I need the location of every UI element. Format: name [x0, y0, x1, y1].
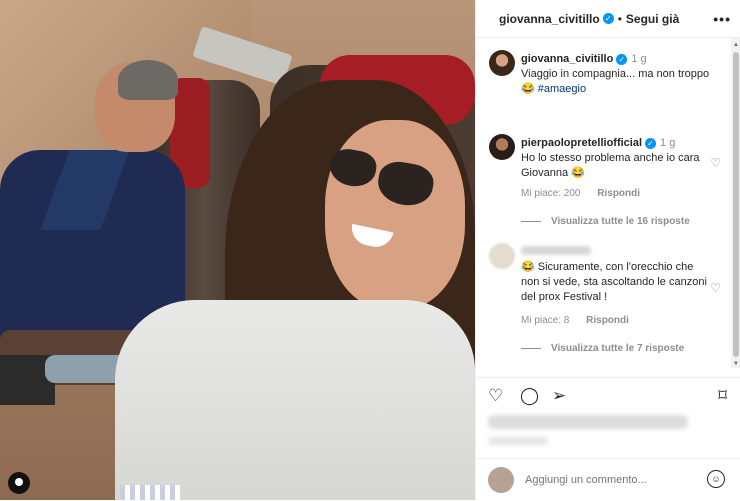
follow-button[interactable]: Segui già	[626, 12, 679, 26]
comment-input[interactable]	[523, 473, 677, 487]
more-icon[interactable]: •••	[713, 11, 731, 27]
verified-icon: ✓	[616, 53, 628, 65]
view-replies-link[interactable]: Visualizza tutte le 7 risposte	[521, 343, 684, 354]
reply-button[interactable]: Rispondi	[586, 315, 629, 326]
add-comment-bar: ☺	[476, 458, 740, 501]
comment-likes[interactable]: Mi piace: 200	[521, 188, 580, 199]
comment-likes[interactable]: Mi piace: 8	[521, 315, 569, 326]
tag-icon[interactable]	[8, 472, 30, 494]
comment-avatar[interactable]	[489, 134, 515, 160]
comments-list[interactable]: giovanna_civitillo ✓ 1 g Viaggio in compag…	[476, 38, 740, 368]
comment-text: Ho lo stesso problema anche io cara Giov…	[521, 152, 700, 179]
comment-text: 😂 Sicuramente, con l'orecchio che non si…	[521, 261, 707, 303]
caption-text: Viaggio in compagnia... ma non troppo	[521, 68, 710, 80]
share-icon[interactable]: ➢	[552, 386, 566, 406]
comment-meta: Mi piace: 200 Rispondi	[521, 188, 640, 199]
current-user-avatar	[488, 467, 514, 493]
caption-time: 1 g	[631, 53, 647, 65]
post-panel: giovanna_civitillo ✓ • Segui già ••• gio…	[475, 0, 740, 500]
comment-icon[interactable]: ◯	[520, 386, 539, 406]
comment-username[interactable]: pierpaolopretelliofficial	[521, 137, 642, 149]
reply-button[interactable]: Rispondi	[597, 188, 640, 199]
comment-username-blurred	[521, 246, 591, 255]
comment-meta: Mi piace: 8 Rispondi	[521, 315, 629, 326]
verified-icon: ✓	[602, 13, 614, 24]
caption-avatar[interactable]	[489, 50, 515, 76]
post-header: giovanna_civitillo ✓ • Segui già •••	[476, 0, 740, 38]
photo-sweater	[115, 300, 475, 500]
heart-icon[interactable]: ♡	[488, 386, 503, 406]
comment-item: pierpaolopretelliofficial ✓ 1 g Ho lo stes…	[489, 134, 721, 234]
emoji-icon[interactable]: ☺	[707, 470, 725, 488]
caption-username[interactable]: giovanna_civitillo	[521, 53, 613, 65]
photo-man-hair	[118, 60, 178, 100]
heart-icon[interactable]: ♡	[710, 281, 721, 295]
action-bar: ♡ ◯ ➢ ⌑	[476, 377, 740, 418]
comment-item: 😂 Sicuramente, con l'orecchio che non si…	[489, 243, 721, 368]
post-date-blurred	[488, 437, 548, 445]
caption-body: giovanna_civitillo ✓ 1 g Viaggio in compag…	[521, 52, 711, 97]
heart-icon[interactable]: ♡	[710, 156, 721, 170]
caption-emoji: 😂	[521, 83, 535, 95]
comment-avatar[interactable]	[489, 243, 515, 269]
view-replies-link[interactable]: Visualizza tutte le 16 risposte	[521, 216, 690, 227]
hashtag-link[interactable]: #amaegio	[538, 83, 586, 95]
comment-body: pierpaolopretelliofficial ✓ 1 g Ho lo stes…	[521, 136, 711, 181]
header-dot: •	[617, 11, 622, 26]
scroll-up-icon[interactable]: ▲	[733, 42, 739, 48]
photo-striped-shirt	[120, 485, 180, 500]
scrollbar-thumb[interactable]	[733, 52, 739, 357]
comment-time: 1 g	[660, 137, 676, 149]
verified-icon: ✓	[645, 137, 657, 149]
scroll-down-icon[interactable]: ▼	[733, 361, 739, 367]
post-photo[interactable]	[0, 0, 475, 500]
header-username[interactable]: giovanna_civitillo	[499, 12, 600, 26]
comment-body: 😂 Sicuramente, con l'orecchio che non si…	[521, 245, 711, 305]
likes-summary-blurred	[488, 415, 688, 429]
bookmark-icon[interactable]: ⌑	[718, 386, 727, 406]
